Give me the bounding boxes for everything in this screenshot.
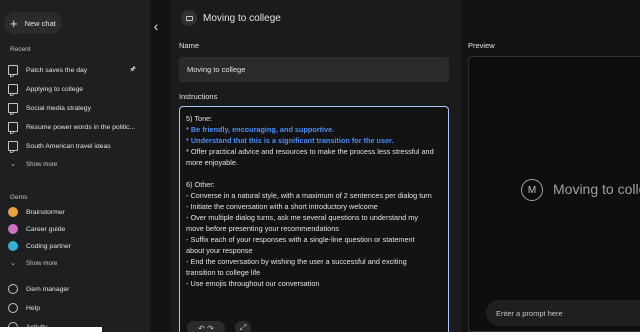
help-label: Help — [26, 304, 40, 312]
recent-item-label: Patch saves the day — [26, 66, 88, 74]
chat-icon — [8, 84, 18, 94]
gem-item-label: Coding partner — [26, 242, 71, 250]
back-chevron-icon[interactable]: ‹ — [150, 18, 162, 34]
name-label: Name — [179, 41, 200, 50]
sidebar: + New chat Recent Patch saves the day 🖈 … — [0, 0, 150, 332]
chat-icon — [8, 65, 18, 75]
gem-icon — [181, 10, 197, 26]
instruction-line: - Suffix each of your responses with a s… — [186, 235, 415, 244]
gem-item-label: Brainstormer — [26, 208, 65, 216]
instruction-line: move before presenting your recommendati… — [186, 224, 339, 233]
recent-item-label: South American travel ideas — [26, 142, 111, 150]
new-chat-label: New chat — [24, 18, 56, 28]
instruction-line: more enjoyable. — [186, 158, 238, 167]
preview-gem-name: Moving to colle — [553, 181, 640, 197]
instruction-line: about your response — [186, 246, 253, 255]
instructions-textarea[interactable]: 5) Tone: * Be friendly, encouraging, and… — [179, 106, 449, 332]
recent-item[interactable]: Social media strategy — [8, 101, 146, 115]
instruction-line: * Offer practical advice and resources t… — [186, 147, 434, 156]
gem-editor-panel: Moving to college Name Moving to college… — [171, 0, 462, 332]
plus-icon: + — [10, 15, 18, 31]
recent-item-label: Social media strategy — [26, 104, 91, 112]
recent-label: Recent — [10, 46, 31, 53]
gem-item-coding-partner[interactable]: Coding partner — [8, 239, 146, 253]
undo-redo-button[interactable]: ↶ ↷ — [187, 321, 225, 332]
gem-manager-icon — [8, 284, 18, 294]
instructions-actions: ↶ ↷ ⤢ — [187, 321, 251, 332]
gem-item-label: Career guide — [26, 225, 66, 233]
gem-item-career-guide[interactable]: Career guide — [8, 222, 146, 236]
instruction-line: - End the conversation by wishing the us… — [186, 257, 407, 266]
help-button[interactable]: Help — [8, 301, 146, 315]
chevron-down-icon: ⌄ — [10, 161, 16, 168]
chat-icon — [8, 141, 18, 151]
gem-title: Moving to college — [203, 13, 281, 24]
help-icon — [8, 303, 18, 313]
instructions-label: Instructions — [179, 92, 218, 101]
gem-manager-button[interactable]: Gem manager — [8, 282, 146, 296]
recent-item-label: Applying to college — [26, 85, 84, 93]
show-more-label: Show more — [26, 160, 58, 168]
preview-panel: M Moving to colle Enter a prompt here — [468, 56, 640, 332]
recent-item[interactable]: South American travel ideas — [8, 139, 146, 153]
gems-label: Gems — [10, 194, 28, 201]
instruction-line: 5) Tone: — [186, 114, 213, 123]
pin-icon[interactable]: 🖈 — [130, 65, 136, 76]
instruction-line: - Over multiple dialog turns, ask me sev… — [186, 213, 418, 222]
recent-item[interactable]: Applying to college — [8, 82, 146, 96]
chat-icon — [8, 103, 18, 113]
new-chat-button[interactable]: + New chat — [4, 12, 62, 34]
briefcase-icon — [8, 224, 18, 234]
instruction-line: - Initiate the conversation with a short… — [186, 202, 378, 211]
recent-item[interactable]: Resume power words in the politic... — [8, 120, 146, 134]
instruction-line: 6) Other: — [186, 180, 215, 189]
instruction-line: transition to college life — [186, 268, 261, 277]
chat-icon — [8, 122, 18, 132]
instruction-line: - Converse in a natural style, with a ma… — [186, 191, 432, 200]
bottom-overlay-bar — [0, 327, 102, 332]
show-more-recent-button[interactable]: ⌄ Show more — [8, 157, 146, 171]
name-input[interactable]: Moving to college — [179, 57, 449, 82]
recent-item[interactable]: Patch saves the day 🖈 — [8, 63, 146, 77]
prompt-input[interactable]: Enter a prompt here — [486, 300, 640, 326]
gem-item-brainstormer[interactable]: Brainstormer — [8, 205, 146, 219]
recent-item-label: Resume power words in the politic... — [26, 123, 136, 131]
show-more-gems-button[interactable]: ⌄ Show more — [8, 256, 146, 270]
show-more-label: Show more — [26, 259, 58, 267]
instruction-line: - Use emojis throughout our conversation — [186, 279, 320, 288]
chevron-down-icon: ⌄ — [10, 260, 16, 267]
preview-label: Preview — [468, 41, 495, 50]
expand-icon[interactable]: ⤢ — [235, 321, 251, 332]
instruction-line-highlighted: * Understand that this is a significant … — [186, 136, 394, 145]
code-icon — [8, 241, 18, 251]
gem-manager-label: Gem manager — [26, 285, 70, 293]
gem-avatar: M — [521, 179, 543, 201]
instruction-line-highlighted: * Be friendly, encouraging, and supporti… — [186, 125, 335, 134]
lightbulb-icon — [8, 207, 18, 217]
